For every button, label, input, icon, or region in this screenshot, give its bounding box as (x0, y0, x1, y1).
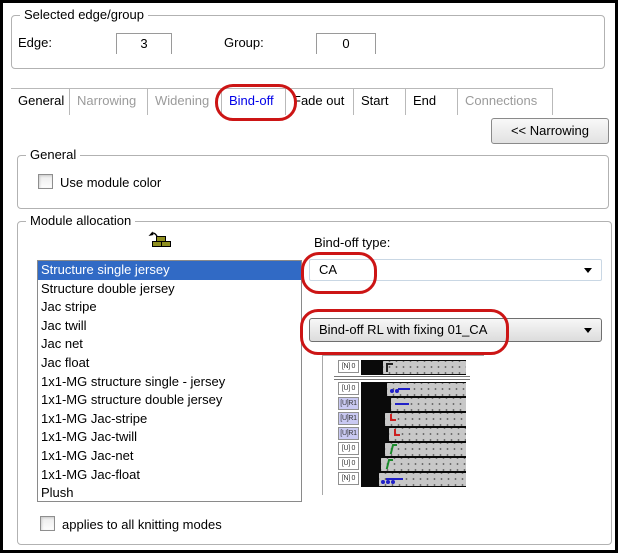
preview-row-pattern (361, 427, 466, 442)
group-box-title: Module allocation (26, 213, 135, 228)
preview-row-pattern (361, 360, 466, 375)
list-item[interactable]: Jac float (38, 354, 301, 373)
preview-row-label: [U] 0 (338, 382, 359, 395)
list-item[interactable]: Plush (38, 484, 301, 502)
tab-item[interactable]: Fade out (286, 89, 354, 115)
preview-row-pattern (361, 382, 466, 397)
stitch-symbol (387, 414, 407, 425)
tab-item[interactable]: Start (354, 89, 406, 115)
use-module-color-checkbox[interactable] (38, 174, 53, 189)
preview-row: [U]R1 (338, 397, 484, 412)
narrowing-button[interactable]: << Narrowing (491, 118, 609, 144)
preview-row-label: [N] 0 (338, 360, 359, 373)
preview-row-label: [U] 0 (338, 442, 359, 455)
preview-row: [U] 0 (338, 442, 484, 457)
preview-row: [U]R1 (338, 427, 484, 442)
preview-row: [N] 0 (338, 472, 484, 487)
group-label: Group: (224, 35, 264, 50)
preview-row-label: [U] 0 (338, 457, 359, 470)
list-item[interactable]: 1x1-MG structure double jersey (38, 391, 301, 410)
preview-row-label: [U]R1 (338, 412, 359, 425)
stitch-symbol (385, 362, 405, 373)
preview-row: [U] 0 (338, 382, 484, 397)
stitch-symbol (387, 444, 407, 455)
preview-row-pattern (361, 472, 466, 487)
preview-row-label: [U]R1 (338, 397, 359, 410)
stitch-symbol (393, 399, 413, 410)
combo-value: CA (319, 262, 337, 277)
list-item[interactable]: 1x1-MG Jac-float (38, 466, 301, 485)
tab-item[interactable]: Connections (458, 89, 553, 115)
list-item[interactable]: 1x1-MG Jac-net (38, 447, 301, 466)
preview-row-pattern (361, 397, 466, 412)
stitch-symbol (389, 384, 409, 395)
group-field[interactable]: 0 (316, 33, 376, 54)
preview-row: [N] 0 (338, 360, 484, 375)
tab-item[interactable]: Widening (148, 89, 222, 115)
edge-field[interactable]: 3 (116, 33, 172, 54)
tab-item[interactable]: End (406, 89, 458, 115)
bind-off-type-label: Bind-off type: (314, 235, 390, 250)
preview-row-pattern (361, 457, 466, 472)
group-box-title: General (26, 147, 80, 162)
chevron-down-icon (584, 328, 592, 333)
module-allocation-group-box: Module allocation Structure single jerse… (17, 221, 612, 545)
preview-row-label: [U]R1 (338, 427, 359, 440)
preview-row-pattern (361, 442, 466, 457)
module-type-list[interactable]: Structure single jersey Structure double… (37, 260, 302, 502)
bind-off-module-combo[interactable]: Bind-off RL with fixing 01_CA (309, 318, 602, 342)
stitch-symbol (383, 459, 403, 470)
module-preview-image: [N] 0 [U] 0 (322, 355, 484, 495)
group-box-title: Selected edge/group (20, 7, 148, 22)
preview-row-label: [N] 0 (338, 472, 359, 485)
tab-item[interactable]: Narrowing (70, 89, 148, 115)
applies-all-knitting-modes-label: applies to all knitting modes (62, 517, 222, 532)
assign-module-icon[interactable] (147, 230, 173, 252)
bind-off-settings-dialog: Selected edge/group Edge: 3 Group: 0 Gen… (0, 0, 618, 553)
chevron-down-icon (584, 268, 592, 273)
bind-off-type-combo[interactable]: CA (309, 259, 602, 281)
edge-label: Edge: (18, 35, 52, 50)
preview-row-pattern (361, 412, 466, 427)
applies-all-knitting-modes-checkbox[interactable] (40, 516, 55, 531)
list-item[interactable]: Structure double jersey (38, 280, 301, 299)
list-item[interactable]: Jac stripe (38, 298, 301, 317)
list-item[interactable]: 1x1-MG Jac-twill (38, 428, 301, 447)
list-item[interactable]: Jac net (38, 335, 301, 354)
list-item[interactable]: 1x1-MG Jac-stripe (38, 410, 301, 429)
stitch-symbol (391, 429, 411, 440)
tab-bar: General Narrowing Widening Bind-off Fade… (11, 88, 553, 115)
preview-row: [U]R1 (338, 412, 484, 427)
list-item[interactable]: Structure single jersey (38, 261, 301, 280)
stitch-symbol (381, 474, 401, 485)
list-item[interactable]: Jac twill (38, 317, 301, 336)
combo-value: Bind-off RL with fixing 01_CA (319, 322, 487, 337)
general-group-box: General Use module color (17, 155, 609, 209)
tab-item[interactable]: General (11, 89, 70, 115)
list-item[interactable]: 1x1-MG structure single - jersey (38, 373, 301, 392)
selected-edge-group-box: Selected edge/group Edge: 3 Group: 0 (11, 15, 605, 69)
tab-item[interactable]: Bind-off (222, 89, 286, 115)
preview-row: [U] 0 (338, 457, 484, 472)
use-module-color-label: Use module color (60, 175, 161, 190)
